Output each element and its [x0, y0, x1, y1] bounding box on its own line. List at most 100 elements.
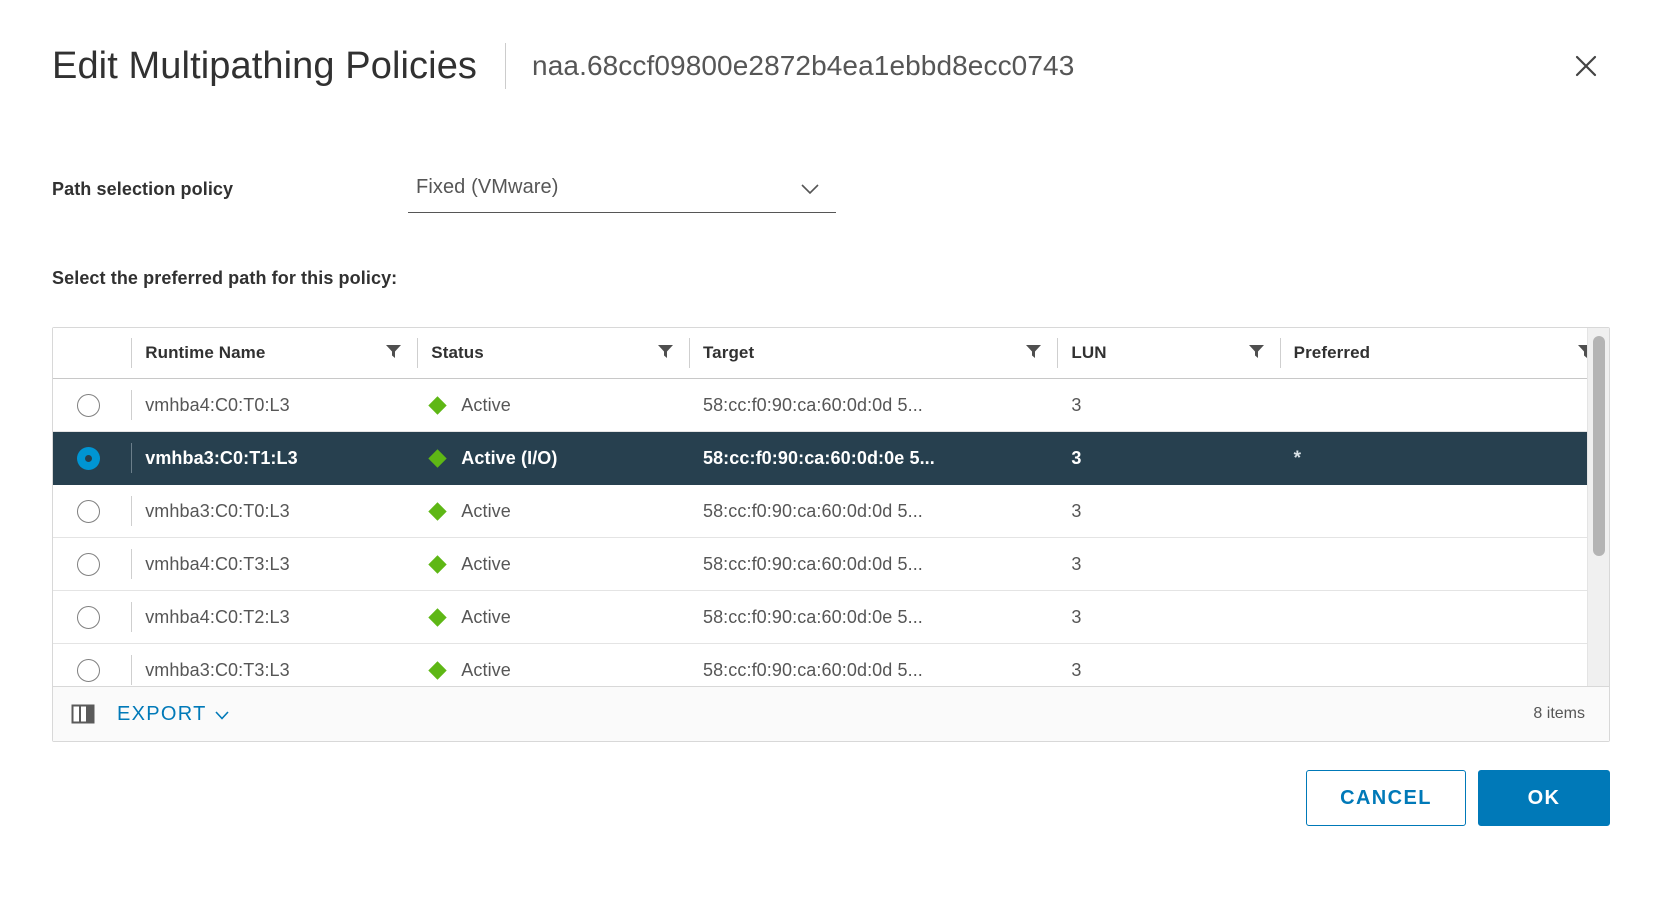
path-radio-button[interactable] [77, 552, 100, 576]
table-row[interactable]: vmhba3:C0:T1:L3 Active (I/O) 58:cc:f0:90:c… [53, 431, 1609, 485]
target-value: 58:cc:f0:90:ca:60:0d:0d 5... [702, 500, 923, 521]
status-diamond-icon [428, 501, 447, 521]
table-row[interactable]: vmhba4:C0:T0:L3 Active 58:cc:f0:90:ca:60:0… [53, 378, 1609, 432]
columns-icon[interactable] [71, 703, 95, 725]
cell-runtime-name: vmhba4:C0:T0:L3 [131, 378, 418, 432]
cell-status: Active [417, 643, 689, 686]
cell-status: Active [417, 378, 689, 432]
cell-status: Active [417, 537, 689, 591]
column-header-lun-label: LUN [1071, 343, 1107, 362]
table-row[interactable]: vmhba4:C0:T3:L3 Active 58:cc:f0:90:ca:60:0… [53, 537, 1609, 591]
runtime-name-value: vmhba3:C0:T3:L3 [145, 659, 290, 680]
runtime-name-value: vmhba3:C0:T0:L3 [145, 500, 290, 521]
grid-scrollbar-thumb[interactable] [1593, 336, 1605, 556]
path-selection-policy-label: Path selection policy [52, 179, 234, 199]
runtime-name-value: vmhba4:C0:T3:L3 [145, 553, 290, 574]
cell-lun: 3 [1057, 590, 1280, 644]
target-value: 58:cc:f0:90:ca:60:0d:0d 5... [702, 659, 923, 680]
column-header-preferred[interactable]: Preferred [1279, 328, 1609, 379]
cell-preferred [1279, 537, 1609, 591]
runtime-name-value: vmhba4:C0:T2:L3 [145, 606, 290, 627]
status-value: Active (I/O) [461, 447, 558, 468]
path-selection-policy-row: Path selection policy Fixed (VMware) [52, 170, 1610, 216]
status-diamond-icon [428, 607, 447, 627]
runtime-name-value: vmhba4:C0:T0:L3 [145, 394, 290, 415]
cell-lun: 3 [1057, 537, 1280, 591]
path-selection-policy-value: Fixed (VMware) [416, 176, 559, 198]
cell-preferred [1279, 484, 1609, 538]
cell-lun: 3 [1057, 643, 1280, 686]
path-radio-button[interactable] [77, 393, 100, 417]
column-header-lun[interactable]: LUN [1057, 328, 1280, 379]
lun-value: 3 [1071, 394, 1082, 415]
dialog-actions: CANCEL OK [1306, 770, 1610, 826]
status-diamond-icon [428, 448, 447, 468]
cell-target: 58:cc:f0:90:ca:60:0d:0d 5... [688, 537, 1058, 591]
filter-icon[interactable] [1026, 343, 1042, 363]
title-divider [505, 43, 507, 89]
status-value: Active [461, 553, 511, 574]
path-selection-policy-select[interactable]: Fixed (VMware) [408, 170, 836, 213]
paths-datagrid: Runtime Name Status Target LUN Preferred… [52, 327, 1610, 742]
lun-value: 3 [1071, 447, 1082, 468]
cell-preferred [1279, 378, 1609, 432]
row-select-cell[interactable] [53, 643, 132, 686]
path-radio-button[interactable] [77, 499, 100, 523]
items-count: 8 items [1533, 705, 1585, 722]
cell-status: Active [417, 590, 689, 644]
target-value: 58:cc:f0:90:ca:60:0d:0e 5... [702, 447, 935, 468]
export-label: EXPORT [117, 702, 207, 725]
target-value: 58:cc:f0:90:ca:60:0d:0d 5... [702, 553, 923, 574]
path-radio-button[interactable] [77, 658, 100, 682]
chevron-down-icon [215, 703, 229, 726]
cell-lun: 3 [1057, 431, 1280, 485]
cancel-button[interactable]: CANCEL [1306, 770, 1466, 826]
lun-value: 3 [1071, 606, 1082, 627]
target-value: 58:cc:f0:90:ca:60:0d:0e 5... [702, 606, 923, 627]
table-row[interactable]: vmhba3:C0:T0:L3 Active 58:cc:f0:90:ca:60:0… [53, 484, 1609, 538]
filter-icon[interactable] [386, 343, 402, 363]
column-header-target-label: Target [702, 343, 755, 362]
status-diamond-icon [428, 660, 447, 680]
status-diamond-icon [428, 395, 447, 415]
cell-target: 58:cc:f0:90:ca:60:0d:0e 5... [688, 590, 1058, 644]
ok-button[interactable]: OK [1478, 770, 1610, 826]
cell-target: 58:cc:f0:90:ca:60:0d:0d 5... [688, 378, 1058, 432]
cell-runtime-name: vmhba4:C0:T2:L3 [131, 590, 418, 644]
row-select-cell[interactable] [53, 431, 132, 485]
page-title: Edit Multipathing Policies [52, 44, 478, 87]
row-select-cell[interactable] [53, 378, 132, 432]
close-icon [1575, 55, 1597, 77]
row-select-cell[interactable] [53, 484, 132, 538]
chevron-down-icon [800, 182, 820, 200]
cell-target: 58:cc:f0:90:ca:60:0d:0d 5... [688, 643, 1058, 686]
path-radio-button[interactable] [77, 605, 100, 629]
cell-runtime-name: vmhba3:C0:T1:L3 [131, 431, 418, 485]
cell-preferred [1279, 590, 1609, 644]
paths-table: Runtime Name Status Target LUN Preferred… [53, 328, 1609, 686]
close-button[interactable] [1564, 44, 1608, 88]
status-value: Active [461, 500, 511, 521]
column-header-runtime-name[interactable]: Runtime Name [131, 328, 418, 379]
column-header-status[interactable]: Status [417, 328, 689, 379]
column-header-target[interactable]: Target [688, 328, 1058, 379]
table-row[interactable]: vmhba4:C0:T2:L3 Active 58:cc:f0:90:ca:60:0… [53, 590, 1609, 644]
cell-lun: 3 [1057, 378, 1280, 432]
filter-icon[interactable] [657, 343, 673, 363]
cell-runtime-name: vmhba3:C0:T0:L3 [131, 484, 418, 538]
row-select-cell[interactable] [53, 537, 132, 591]
paths-table-body: vmhba4:C0:T0:L3 Active 58:cc:f0:90:ca:60:0… [53, 378, 1609, 686]
grid-vertical-scrollbar[interactable] [1587, 328, 1609, 686]
runtime-name-value: vmhba3:C0:T1:L3 [145, 447, 298, 468]
row-select-cell[interactable] [53, 590, 132, 644]
preferred-path-instruction: Select the preferred path for this polic… [52, 268, 398, 288]
path-radio-button[interactable] [77, 446, 100, 470]
status-value: Active [461, 394, 511, 415]
preferred-marker: * [1293, 447, 1302, 469]
cell-target: 58:cc:f0:90:ca:60:0d:0e 5... [688, 431, 1058, 485]
target-value: 58:cc:f0:90:ca:60:0d:0d 5... [702, 394, 923, 415]
filter-icon[interactable] [1248, 343, 1264, 363]
export-button[interactable]: EXPORT [117, 703, 229, 726]
table-row[interactable]: vmhba3:C0:T3:L3 Active 58:cc:f0:90:ca:60:0… [53, 643, 1609, 686]
dialog-header: Edit Multipathing Policies naa.68ccf0980… [52, 0, 1610, 132]
